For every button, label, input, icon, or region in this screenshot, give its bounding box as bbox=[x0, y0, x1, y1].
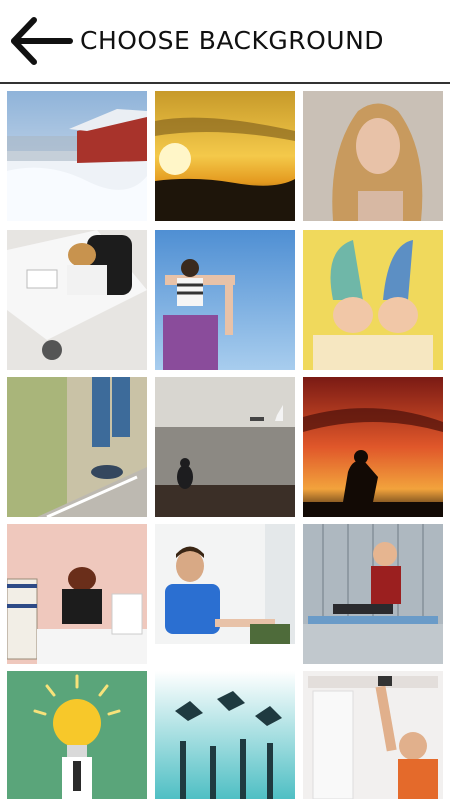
background-tile-walking-path-legs[interactable] bbox=[7, 377, 147, 517]
background-tile-studying-man[interactable] bbox=[155, 524, 295, 664]
page-title: CHOOSE BACKGROUND bbox=[80, 26, 385, 55]
background-tile-lightbulb-idea[interactable] bbox=[7, 671, 147, 799]
background-tile-blonde-woman[interactable] bbox=[303, 91, 443, 221]
background-tile-office-desk-woman[interactable] bbox=[7, 230, 147, 370]
background-tile-winter-barn[interactable] bbox=[7, 91, 147, 221]
back-button[interactable] bbox=[6, 10, 74, 72]
background-tile-sunset-sky[interactable] bbox=[155, 91, 295, 221]
arrow-left-icon bbox=[11, 17, 73, 65]
background-tile-happy-boy-bench[interactable] bbox=[303, 524, 443, 664]
background-tile-man-with-headphones[interactable] bbox=[303, 671, 443, 799]
app-header: CHOOSE BACKGROUND bbox=[0, 0, 450, 84]
background-tile-praying-sunset[interactable] bbox=[303, 377, 443, 517]
background-tile-graduation-hands[interactable] bbox=[155, 671, 295, 799]
background-grid bbox=[0, 86, 450, 800]
background-tile-person-by-sea[interactable] bbox=[155, 377, 295, 517]
background-tile-stressed-woman-papers[interactable] bbox=[7, 524, 147, 664]
background-tile-child-on-shoulders[interactable] bbox=[155, 230, 295, 370]
background-tile-twin-babies[interactable] bbox=[303, 230, 443, 370]
